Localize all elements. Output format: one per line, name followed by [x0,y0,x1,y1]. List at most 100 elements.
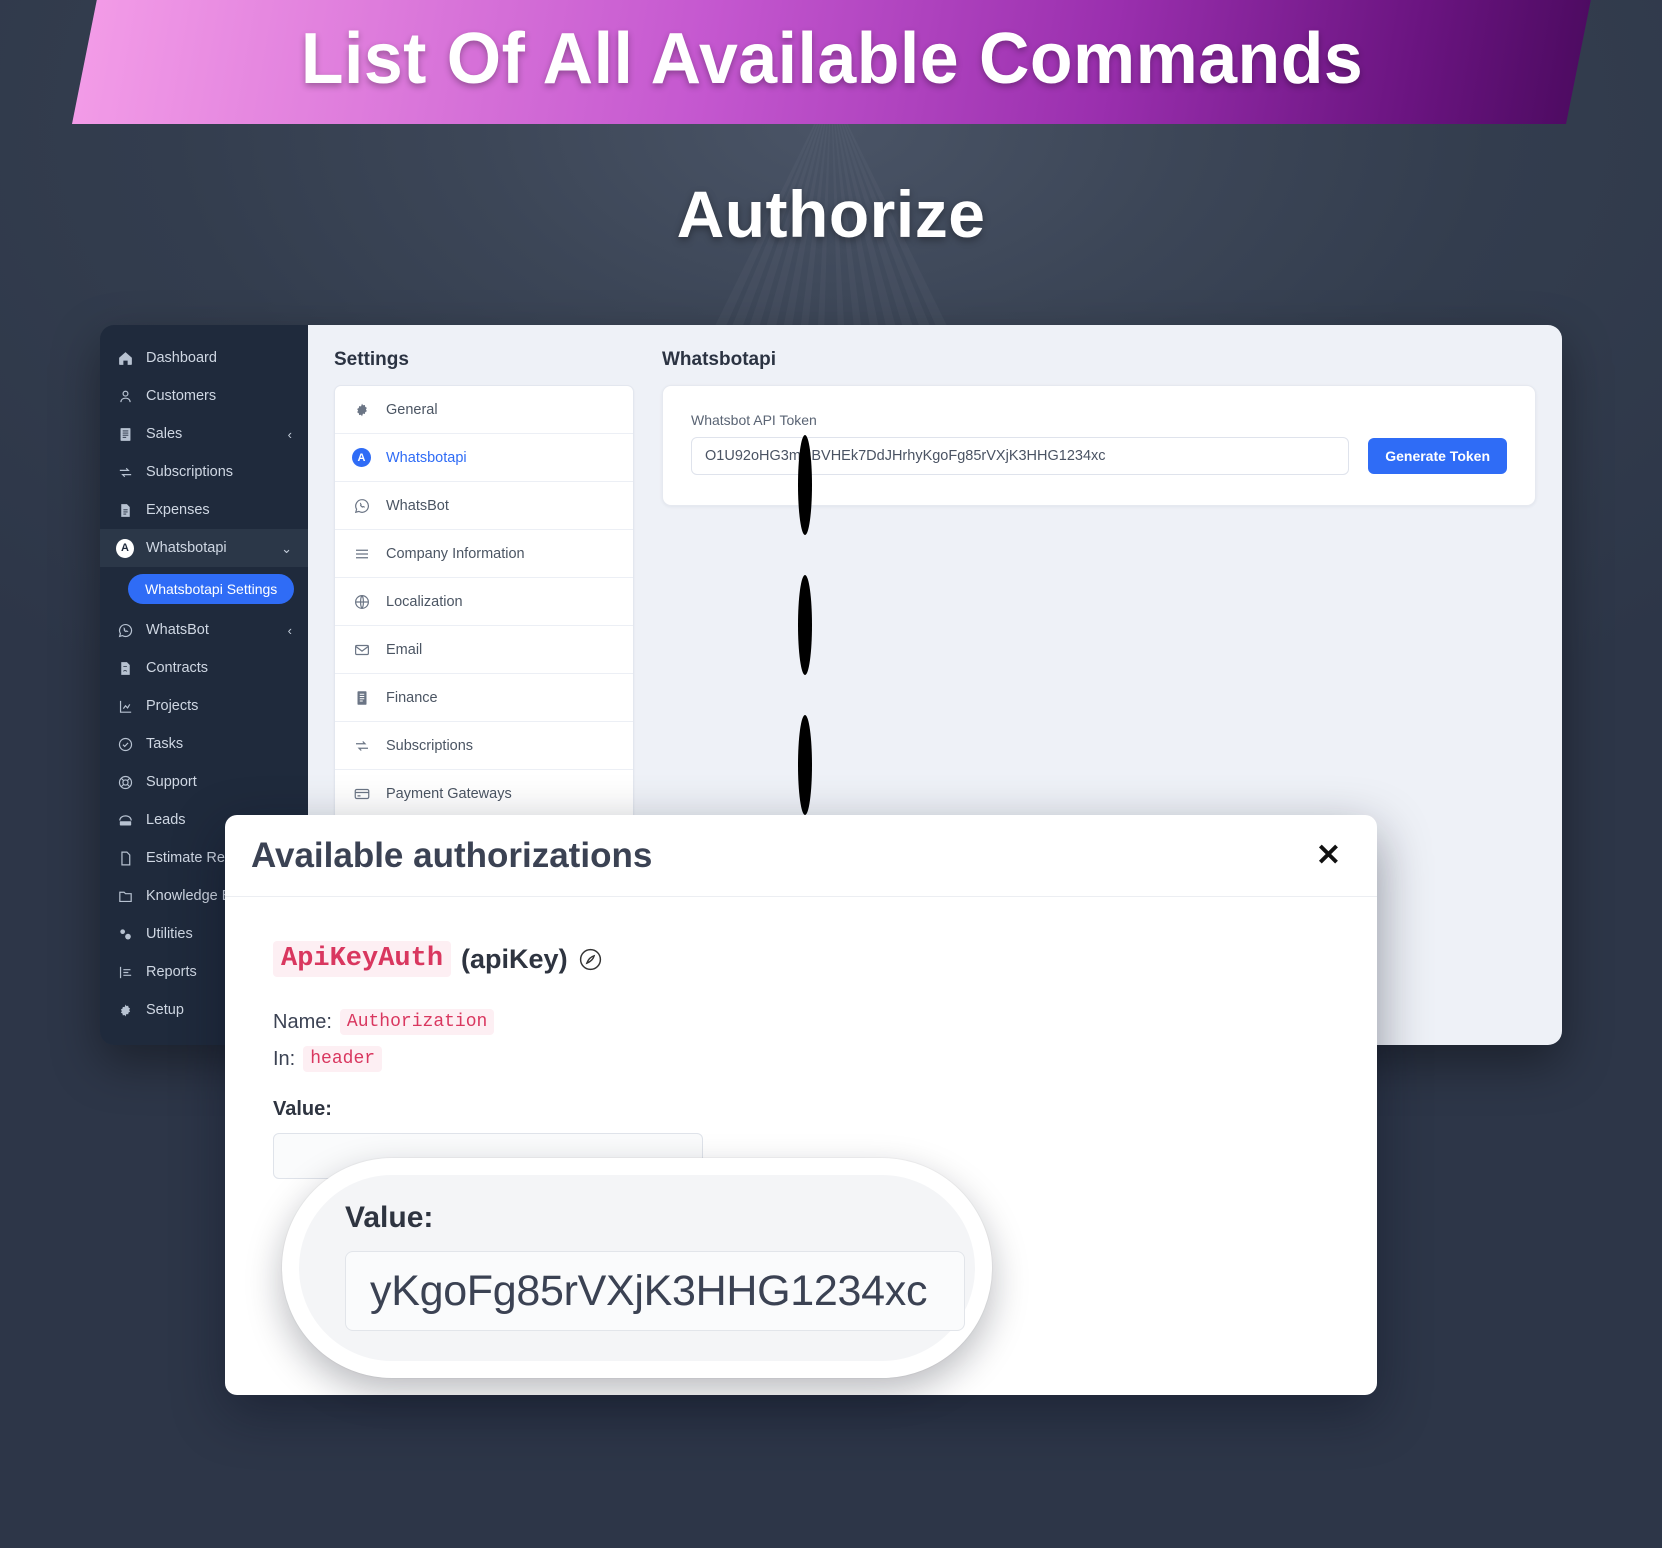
modal-title: Available authorizations [251,835,653,875]
chart-icon [116,963,134,981]
token-field-row: Generate Token [691,437,1507,475]
chevron-left-icon: ‹ [287,622,292,638]
auth-value-label: Value: [273,1098,332,1120]
settings-item-label: WhatsBot [386,497,449,514]
sidebar-item-whatsbot[interactable]: WhatsBot ‹ [100,611,308,649]
sidebar-item-label: Contracts [146,660,209,676]
settings-item-label: Whatsbotapi [386,449,467,466]
modal-body: ApiKeyAuth (apiKey) Name: Authorization … [225,897,1377,1199]
sidebar-item-projects[interactable]: Projects [100,687,308,725]
card-icon [352,784,371,803]
sidebar-item-label: Leads [146,812,186,828]
magnified-value-label: Value: [345,1201,434,1234]
sidebar-item-label: Reports [146,964,197,980]
sidebar-submenu: Whatsbotapi Settings [100,567,308,611]
settings-item-label: Company Information [386,545,525,562]
auth-scheme-type: (apiKey) [461,943,568,974]
sidebar-item-expenses[interactable]: Expenses [100,491,308,529]
envelope-icon [352,640,371,659]
sidebar-item-label: Setup [146,1002,184,1018]
sidebar-item-label: Utilities [146,926,193,942]
sidebar-item-label: Whatsbotapi [146,540,227,556]
user-icon [116,387,134,405]
sidebar-item-subscriptions[interactable]: Subscriptions [100,453,308,491]
auth-in-line: In: header [273,1046,1329,1072]
settings-heading: Settings [334,349,409,370]
link-anchor-icon[interactable] [578,947,603,972]
project-icon [116,697,134,715]
settings-item-company-information[interactable]: Company Information [335,530,633,578]
auth-name-line: Name: Authorization [273,1009,1329,1035]
settings-item-label: Email [386,641,423,658]
chevron-down-icon: ⌄ [281,540,292,556]
receipt-icon [116,425,134,443]
check-circle-icon [116,735,134,753]
contract-icon [116,659,134,677]
home-icon [116,349,134,367]
folder-icon [116,887,134,905]
settings-item-localization[interactable]: Localization [335,578,633,626]
document-icon [116,849,134,867]
whatsbotapi-icon: A [116,538,134,558]
auth-in-label: In: [273,1047,296,1070]
modal-header: Available authorizations ✕ [225,815,1377,897]
settings-item-label: Payment Gateways [386,785,512,802]
settings-item-finance[interactable]: Finance [335,674,633,722]
chevron-left-icon: ‹ [287,426,292,442]
sidebar-item-support[interactable]: Support [100,763,308,801]
magnified-value-input[interactable] [345,1251,965,1331]
settings-item-subscriptions[interactable]: Subscriptions [335,722,633,770]
api-token-input[interactable] [691,437,1350,475]
sidebar-item-tasks[interactable]: Tasks [100,725,308,763]
whatsbotapi-card: Whatsbot API Token Generate Token [662,385,1536,506]
sidebar-item-label: Subscriptions [146,464,234,480]
poster-stage: List Of All Available Commands Authorize… [0,0,1662,1548]
auth-scheme-name: ApiKeyAuth [273,941,452,977]
receipt-icon [352,688,371,707]
sidebar-item-label: Projects [146,698,199,714]
settings-item-label: General [386,401,438,418]
settings-item-label: Subscriptions [386,737,474,754]
lifebuoy-icon [116,773,134,791]
sidebar-item-label: Support [146,774,197,790]
settings-item-whatsbot[interactable]: WhatsBot [335,482,633,530]
auth-name-label: Name: [273,1010,332,1033]
whatsbotapi-heading: Whatsbotapi [662,349,776,370]
refresh-icon [116,463,134,481]
settings-item-email[interactable]: Email [335,626,633,674]
globe-icon [352,592,371,611]
sidebar-item-label: WhatsBot [146,622,209,638]
page-title: List Of All Available Commands [300,19,1364,99]
list-icon [352,544,371,563]
sidebar-item-label: Sales [146,426,183,442]
sidebar-item-whatsbotapi-settings[interactable]: Whatsbotapi Settings [128,574,295,604]
file-icon [116,501,134,519]
sidebar-item-label: Tasks [146,736,184,752]
auth-name-value: Authorization [339,1009,495,1035]
leads-icon [116,811,134,829]
close-icon[interactable]: ✕ [1316,840,1341,871]
token-field-label: Whatsbot API Token [691,412,817,428]
sidebar-item-label: Customers [146,388,217,404]
sidebar-item-customers[interactable]: Customers [100,377,308,415]
generate-token-button[interactable]: Generate Token [1368,438,1507,474]
settings-item-label: Finance [386,689,438,706]
sidebar-item-label: Expenses [146,502,210,518]
settings-item-payment-gateways[interactable]: Payment Gateways [335,770,633,818]
sidebar-item-label: Dashboard [146,350,217,366]
settings-item-general[interactable]: General [335,386,633,434]
sidebar-item-sales[interactable]: Sales ‹ [100,415,308,453]
auth-scheme-line: ApiKeyAuth (apiKey) [273,941,1329,977]
gears-icon [116,925,134,943]
page-subtitle: Authorize [676,177,986,251]
sidebar-item-whatsbotapi[interactable]: A Whatsbotapi ⌄ [100,529,308,567]
sidebar-item-dashboard[interactable]: Dashboard [100,339,308,377]
sidebar-item-contracts[interactable]: Contracts [100,649,308,687]
refresh-icon [352,736,371,755]
settings-item-whatsbotapi[interactable]: A Whatsbotapi [335,434,633,482]
gear-icon [352,400,371,419]
whatsbotapi-icon: A [352,448,371,467]
magnifier-callout: Value: [282,1158,992,1378]
settings-item-label: Localization [386,593,463,610]
gear-icon [116,1001,134,1019]
